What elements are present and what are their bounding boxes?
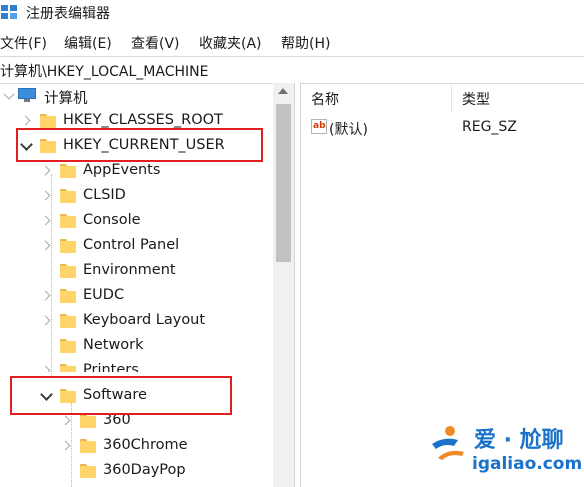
computer-icon: [18, 88, 36, 102]
tree-node-keyboard-layout[interactable]: Keyboard Layout: [0, 310, 273, 334]
tree-node-eudc[interactable]: EUDC: [0, 285, 273, 309]
brand-logo-icon: [432, 426, 464, 460]
tree-node-label: AppEvents: [83, 162, 161, 178]
tree-node-printers[interactable]: Printers: [0, 360, 273, 372]
registry-editor-icon: [1, 5, 17, 19]
tree-node-environment[interactable]: Environment: [0, 260, 273, 284]
scroll-thumb[interactable]: [276, 104, 291, 262]
folder-icon: [40, 114, 56, 128]
tree-node-label: Environment: [83, 262, 176, 278]
highlight-hkey-current-user: [16, 128, 263, 162]
expand-chevron-icon[interactable]: [59, 414, 73, 428]
watermark-url: igaliao.com: [472, 454, 583, 474]
expand-chevron-icon[interactable]: [19, 114, 33, 128]
folder-icon: [60, 289, 76, 303]
tree-node-label: 360DayPop: [103, 462, 186, 478]
folder-icon: [60, 264, 76, 278]
tree-node-network[interactable]: Network: [0, 335, 273, 359]
scroll-up-button[interactable]: [273, 83, 294, 101]
folder-icon: [60, 364, 76, 372]
expand-chevron-icon[interactable]: [39, 214, 53, 228]
column-divider[interactable]: [451, 83, 452, 113]
folder-icon: [60, 314, 76, 328]
menu-edit[interactable]: 编辑(E): [64, 33, 112, 53]
menu-favorites[interactable]: 收藏夹(A): [199, 33, 262, 53]
folder-icon: [60, 239, 76, 253]
address-bar[interactable]: 计算机\HKEY_LOCAL_MACHINE: [0, 56, 584, 84]
tree-node-computer[interactable]: 计算机: [0, 85, 273, 109]
tree-node-label: Network: [83, 337, 144, 353]
ab-string-icon: ab: [311, 119, 327, 134]
menu-view[interactable]: 查看(V): [131, 33, 180, 53]
title-bar: 注册表编辑器: [0, 0, 584, 26]
menu-help[interactable]: 帮助(H): [281, 33, 330, 53]
folder-icon: [60, 189, 76, 203]
collapse-chevron-icon[interactable]: [2, 88, 16, 103]
folder-icon: [60, 164, 76, 178]
tree-scrollbar[interactable]: [273, 83, 294, 487]
site-watermark: 爱 · 尬聊 igaliao.com: [428, 420, 582, 482]
value-type: REG_SZ: [462, 119, 517, 135]
tree-node-360daypop[interactable]: 360DayPop: [0, 460, 273, 484]
expand-chevron-icon[interactable]: [59, 439, 73, 453]
folder-icon: [80, 464, 96, 478]
expand-chevron-icon[interactable]: [39, 164, 53, 178]
menu-file[interactable]: 文件(F): [0, 33, 47, 53]
tree-node-label: Printers: [83, 362, 139, 372]
tree-node-label: EUDC: [83, 287, 125, 303]
tree-node-label: 计算机: [44, 91, 88, 107]
tree-node-console[interactable]: Console: [0, 210, 273, 234]
tree-node-control-panel[interactable]: Control Panel: [0, 235, 273, 259]
highlight-software: [10, 376, 232, 415]
pane-splitter[interactable]: [294, 83, 301, 487]
column-header-name[interactable]: 名称: [311, 89, 339, 109]
tree-node-label: 360Chrome: [103, 437, 188, 453]
tree-node-clsid[interactable]: CLSID: [0, 185, 273, 209]
value-row[interactable]: ab (默认) REG_SZ: [301, 117, 584, 139]
expand-chevron-icon[interactable]: [39, 314, 53, 328]
folder-icon: [60, 214, 76, 228]
tree-node-appevents[interactable]: AppEvents: [0, 160, 273, 184]
column-header-type[interactable]: 类型: [462, 89, 490, 109]
expand-chevron-icon[interactable]: [39, 364, 53, 372]
menu-bar: 文件(F) 编辑(E) 查看(V) 收藏夹(A) 帮助(H): [0, 28, 584, 56]
tree-node-label: Keyboard Layout: [83, 312, 206, 328]
folder-icon: [80, 439, 96, 453]
tree-node-label: Console: [83, 212, 141, 228]
window-title: 注册表编辑器: [26, 6, 110, 22]
tree-node-label: CLSID: [83, 187, 126, 203]
expand-chevron-icon[interactable]: [39, 239, 53, 253]
arrow-up-icon: [278, 88, 288, 94]
value-name: (默认): [329, 122, 368, 138]
watermark-brand: 爱 · 尬聊: [474, 428, 564, 453]
tree-node-label: Control Panel: [83, 237, 180, 253]
tree-node-label: HKEY_CLASSES_ROOT: [63, 112, 223, 128]
folder-icon: [80, 414, 96, 428]
folder-icon: [60, 339, 76, 353]
expand-chevron-icon[interactable]: [39, 189, 53, 203]
address-path[interactable]: 计算机\HKEY_LOCAL_MACHINE: [0, 61, 208, 81]
tree-node-360chrome[interactable]: 360Chrome: [0, 435, 273, 459]
expand-chevron-icon[interactable]: [39, 289, 53, 303]
